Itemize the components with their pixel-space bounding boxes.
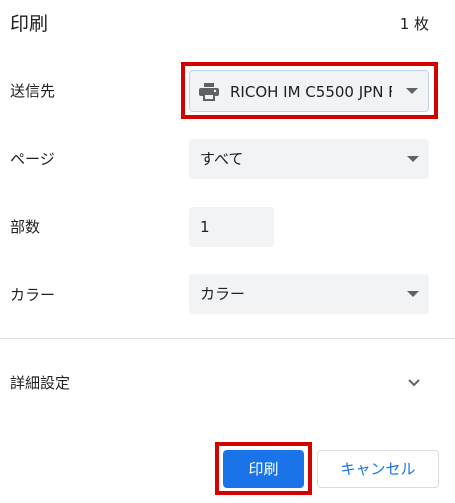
pages-label: ページ (10, 150, 55, 168)
color-select[interactable]: カラー (189, 274, 429, 314)
printer-icon (199, 83, 219, 101)
pages-dropdown-icon (407, 156, 419, 162)
cancel-button[interactable]: キャンセル (317, 450, 439, 488)
copies-label: 部数 (10, 218, 41, 236)
destination-select[interactable]: RICOH IM C5500 JPN F (189, 70, 429, 112)
more-settings-label[interactable]: 詳細設定 (10, 373, 70, 393)
destination-value: RICOH IM C5500 JPN F (230, 83, 392, 101)
destination-dropdown-icon (406, 88, 418, 94)
chevron-down-icon[interactable] (404, 376, 424, 390)
copies-value: 1 (200, 218, 210, 236)
copies-input[interactable]: 1 (189, 207, 274, 247)
pages-select[interactable]: すべて (189, 139, 429, 179)
section-divider (0, 338, 455, 339)
pages-value: すべて (200, 150, 244, 168)
dialog-title: 印刷 (10, 13, 49, 35)
destination-label: 送信先 (10, 82, 56, 100)
color-label: カラー (10, 286, 56, 304)
color-value: カラー (200, 285, 246, 303)
print-button[interactable]: 印刷 (223, 450, 304, 488)
color-dropdown-icon (407, 291, 419, 297)
sheet-count: 1 枚 (399, 15, 429, 33)
